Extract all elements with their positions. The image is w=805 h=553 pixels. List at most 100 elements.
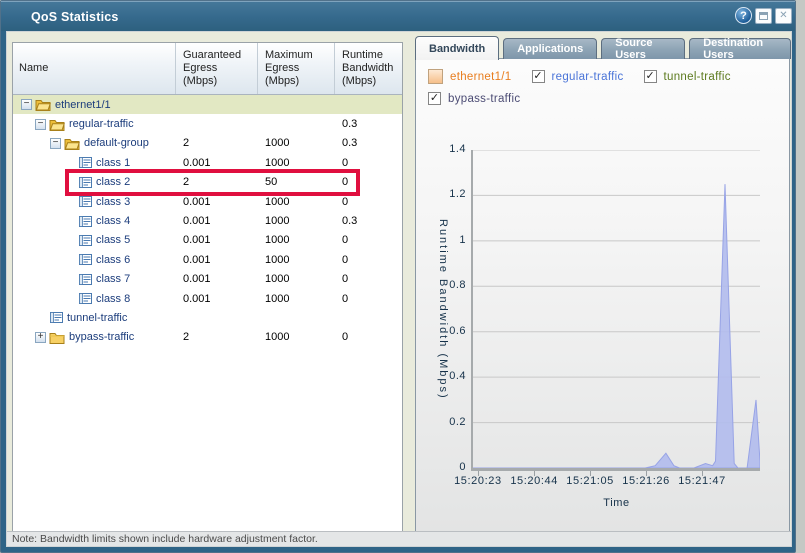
folder-open-icon	[49, 118, 65, 131]
class-doc-icon	[79, 234, 92, 247]
qos-tree-table: Name Guaranteed Egress (Mbps) Maximum Eg…	[12, 42, 403, 532]
cell-guaranteed: 0.001	[183, 195, 211, 208]
legend-item-ethernet1-1: ethernet1/1	[428, 69, 512, 84]
cell-maximum: 1000	[265, 137, 290, 150]
dialog-content: Name Guaranteed Egress (Mbps) Maximum Eg…	[6, 31, 792, 547]
cell-runtime: 0	[342, 234, 349, 247]
tab-applications[interactable]: Applications	[503, 38, 598, 59]
table-row-default-group[interactable]: − default-group 2 1000 0.3	[13, 134, 402, 153]
class-doc-icon	[79, 176, 92, 189]
x-axis-tick-label: 15:20:23	[454, 475, 502, 487]
node-label[interactable]: class 5	[96, 234, 130, 246]
column-header-runtime-bandwidth: Runtime Bandwidth (Mbps)	[342, 49, 394, 87]
table-row-class-3[interactable]: class 3 0.001 1000 0	[13, 192, 402, 211]
legend-label: tunnel-traffic	[663, 70, 731, 83]
table-row-class-2[interactable]: class 2 2 50 0	[13, 173, 402, 192]
tab-source-users[interactable]: Source Users	[601, 37, 686, 61]
node-label[interactable]: default-group	[84, 137, 149, 149]
node-label[interactable]: regular-traffic	[69, 118, 134, 130]
cell-guaranteed: 0.001	[183, 215, 211, 228]
node-label[interactable]: class 8	[96, 293, 130, 305]
tab-destination-users[interactable]: Destination Users	[689, 37, 791, 61]
help-icon[interactable]: ?	[735, 7, 752, 24]
class-doc-icon	[79, 156, 92, 169]
y-axis-tick-label: 0.6	[449, 324, 466, 337]
legend-checkbox[interactable]: ✓	[531, 70, 545, 83]
legend-item-regular-traffic: ✓ regular-traffic	[531, 69, 624, 84]
bandwidth-panel: ethernet1/1 ✓ regular-traffic ✓ tunnel-traff…	[415, 58, 790, 533]
table-row-class-8[interactable]: class 8 0.001 1000 0	[13, 289, 402, 308]
collapse-icon[interactable]: −	[21, 99, 32, 111]
cell-maximum: 50	[265, 176, 278, 189]
class-doc-icon	[79, 195, 92, 208]
plot-area	[471, 150, 760, 471]
node-label[interactable]: class 7	[96, 273, 130, 285]
y-axis-tick-label: 0	[459, 461, 466, 473]
table-row-ethernet1-1[interactable]: − ethernet1/1	[13, 95, 402, 115]
cell-maximum: 1000	[265, 195, 290, 208]
y-axis-tick-label: 0.8	[449, 279, 466, 292]
cell-maximum: 1000	[265, 292, 290, 305]
class-doc-icon	[50, 311, 63, 324]
folder-closed-icon	[49, 331, 65, 344]
window-title: QoS Statistics	[31, 9, 119, 24]
collapse-icon[interactable]: −	[35, 118, 46, 130]
cell-maximum: 1000	[265, 253, 290, 266]
legend-item-bypass-traffic: ✓ bypass-traffic	[428, 92, 520, 105]
cell-runtime: 0	[342, 253, 349, 266]
y-axis-tick-label: 1.2	[449, 188, 466, 201]
class-doc-icon	[79, 273, 92, 286]
y-axis-tick-label: 0.2	[449, 415, 466, 428]
restore-glyph	[759, 11, 768, 20]
legend-checkbox[interactable]: ✓	[643, 70, 657, 83]
node-label[interactable]: bypass-traffic	[69, 331, 134, 343]
cell-guaranteed: 0.001	[183, 156, 211, 169]
node-label[interactable]: tunnel-traffic	[67, 312, 127, 324]
restore-icon[interactable]	[755, 7, 772, 24]
node-label[interactable]: class 3	[96, 196, 130, 208]
table-row-tunnel-traffic[interactable]: tunnel-traffic	[13, 308, 402, 327]
titlebar-buttons: ? ✕	[735, 7, 792, 24]
cell-runtime: 0.3	[342, 215, 358, 228]
x-axis-tick-label: 15:21:47	[678, 475, 726, 487]
note-bar: Note: Bandwidth limits shown include har…	[7, 531, 791, 546]
node-label[interactable]: ethernet1/1	[55, 99, 111, 111]
node-label[interactable]: class 1	[96, 157, 130, 169]
qos-statistics-window: QoS Statistics ? ✕ Name Guaranteed Egres…	[0, 0, 796, 553]
collapse-icon[interactable]: −	[50, 137, 61, 149]
node-label[interactable]: class 2	[96, 176, 130, 188]
class-doc-icon	[79, 215, 92, 228]
screen: { "window": { "title": "QoS Statistics",…	[0, 0, 805, 553]
titlebar[interactable]: QoS Statistics ? ✕	[1, 1, 795, 31]
cell-guaranteed: 2	[183, 137, 190, 150]
x-axis-tick-label: 15:20:44	[510, 475, 558, 487]
cell-guaranteed: 2	[183, 331, 190, 344]
node-label[interactable]: class 6	[96, 254, 130, 266]
column-header-name: Name	[13, 43, 176, 94]
table-header-row: Name Guaranteed Egress (Mbps) Maximum Eg…	[13, 43, 402, 95]
legend-checkbox[interactable]: ✓	[428, 92, 441, 105]
table-row-class-7[interactable]: class 7 0.001 1000 0	[13, 270, 402, 289]
table-row-class-1[interactable]: class 1 0.001 1000 0	[13, 153, 402, 172]
expand-icon[interactable]: +	[35, 331, 46, 343]
tab-bandwidth[interactable]: Bandwidth	[415, 36, 500, 60]
cell-maximum: 1000	[265, 156, 290, 169]
cell-guaranteed: 0.001	[183, 234, 211, 247]
table-row-class-4[interactable]: class 4 0.001 1000 0.3	[13, 211, 402, 230]
node-label[interactable]: class 4	[96, 215, 130, 227]
column-header-guaranteed-egress: Guaranteed Egress (Mbps)	[176, 43, 258, 94]
y-axis-tick-label: 1	[459, 233, 466, 246]
cell-runtime: 0	[342, 156, 349, 169]
legend-item-tunnel-traffic: ✓ tunnel-traffic	[643, 69, 731, 84]
table-row-class-5[interactable]: class 5 0.001 1000 0	[13, 231, 402, 250]
close-icon[interactable]: ✕	[775, 7, 792, 24]
table-row-regular-traffic[interactable]: − regular-traffic 0.3	[13, 114, 402, 133]
cell-maximum: 1000	[265, 331, 290, 344]
table-row-bypass-traffic[interactable]: + bypass-traffic 2 1000 0	[13, 328, 402, 347]
cell-guaranteed: 0.001	[183, 253, 211, 266]
chart-legend: ethernet1/1 ✓ regular-traffic ✓ tunnel-traff…	[428, 69, 788, 105]
table-row-class-6[interactable]: class 6 0.001 1000 0	[13, 250, 402, 269]
interface-color-swatch[interactable]	[428, 69, 443, 84]
cell-runtime: 0	[342, 273, 349, 286]
cell-runtime: 0	[342, 331, 349, 344]
